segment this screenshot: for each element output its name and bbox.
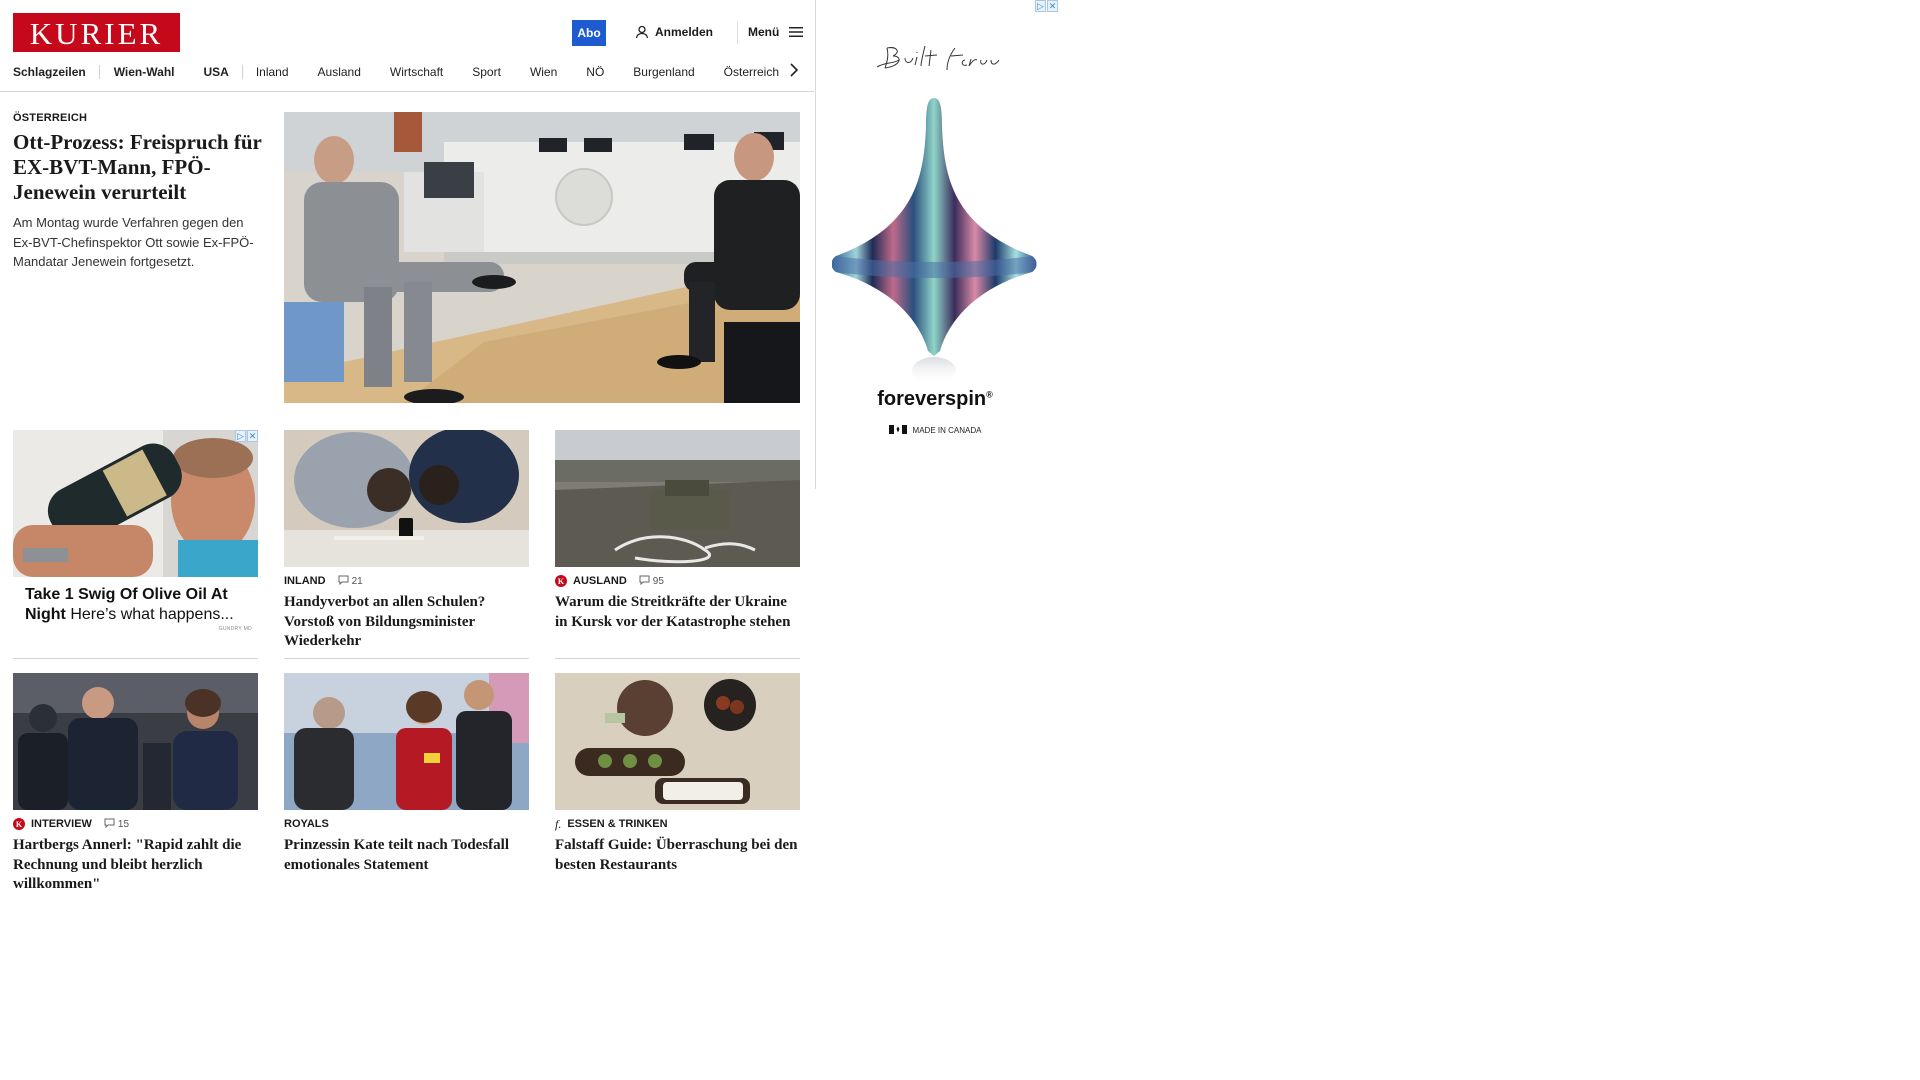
article-kicker[interactable]: INTERVIEW <box>31 818 92 830</box>
article-title[interactable]: Prinzessin Kate teilt nach Todesfall emo… <box>284 836 529 875</box>
kurier-site: KURIER Abo Anmelden Menü Schlagzeilen Wi… <box>0 0 815 1080</box>
comment-count[interactable]: 15 <box>104 818 129 831</box>
article-kicker[interactable]: INLAND <box>284 575 326 587</box>
user-icon <box>635 25 649 39</box>
comment-count-value: 15 <box>117 818 130 830</box>
header-border <box>0 91 814 92</box>
nav-separator <box>98 65 100 79</box>
nav-item-usa[interactable]: USA <box>203 65 228 79</box>
comment-icon <box>104 818 115 831</box>
article-meta: K AUSLAND 95 <box>555 574 800 588</box>
tile-divider <box>13 658 258 659</box>
native-ad-headline-rest: Here’s what happens... <box>70 606 234 623</box>
hero-image[interactable] <box>284 112 800 403</box>
article-meta: INLAND 21 <box>284 574 529 588</box>
article-title[interactable]: Handyverbot an allen Schulen? Vorstoß vo… <box>284 593 529 652</box>
ad-script-tagline <box>875 40 1001 79</box>
nav-next-button[interactable] <box>786 62 802 82</box>
hero-article[interactable]: ÖSTERREICH Ott-Prozess: Freispruch für E… <box>13 112 263 272</box>
article-kicker[interactable]: AUSLAND <box>573 575 627 587</box>
spinning-top-image[interactable] <box>831 96 1037 386</box>
article-meta: f. ESSEN & TRINKEN <box>555 817 800 831</box>
adchoices-icon[interactable]: ▷ <box>1035 0 1046 12</box>
hero-lead: Am Montag wurde Verfahren gegen den Ex-B… <box>13 215 254 269</box>
abo-button[interactable]: Abo <box>572 20 606 46</box>
nav-item-inland[interactable]: Inland <box>256 65 289 79</box>
article-tile-interview[interactable]: K INTERVIEW 15 Hartbergs Annerl: "Rapid … <box>13 673 258 895</box>
kurier-logo[interactable]: KURIER <box>13 13 180 52</box>
hero-kicker[interactable]: ÖSTERREICH <box>13 112 263 124</box>
hero-title[interactable]: Ott-Prozess: Freispruch für EX-BVT-Mann,… <box>13 130 263 205</box>
article-tile-inland[interactable]: INLAND 21 Handyverbot an allen Schulen? … <box>284 430 529 652</box>
ad-brand[interactable]: foreverspin® <box>819 388 1051 411</box>
tile-divider <box>284 658 529 659</box>
ad-choices[interactable]: ▷ ✕ <box>235 430 258 442</box>
article-meta: ROYALS <box>284 817 529 831</box>
login-label: Anmelden <box>655 25 714 39</box>
nav-item-wien[interactable]: Wien <box>530 65 557 79</box>
nav-item-wien-wahl[interactable]: Wien-Wahl <box>114 65 175 79</box>
header-divider <box>737 22 738 44</box>
article-kicker[interactable]: ESSEN & TRINKEN <box>567 818 667 830</box>
menu-button[interactable]: Menü <box>748 25 804 39</box>
ad-brand-name: foreverspin <box>877 388 987 410</box>
ad-made-in: MADE IN CANADA <box>819 425 1051 436</box>
nav-item-oesterreich[interactable]: Österreich <box>724 65 779 79</box>
comment-count-value: 21 <box>351 575 363 587</box>
nav-item-wirtschaft[interactable]: Wirtschaft <box>390 65 443 79</box>
article-image[interactable] <box>555 673 800 810</box>
article-tile-ausland[interactable]: K AUSLAND 95 Warum die Streitkräfte der … <box>555 430 800 632</box>
article-image[interactable] <box>284 673 529 810</box>
nav-item-noe[interactable]: NÖ <box>586 65 604 79</box>
kurier-plus-icon: K <box>13 818 25 830</box>
native-ad-image[interactable] <box>13 430 258 577</box>
article-tile-royals[interactable]: ROYALS Prinzessin Kate teilt nach Todesf… <box>284 673 529 875</box>
article-title[interactable]: Warum die Streitkräfte der Ukraine in Ku… <box>555 593 800 632</box>
nav-item-sport[interactable]: Sport <box>472 65 501 79</box>
nav-item-burgenland[interactable]: Burgenland <box>633 65 694 79</box>
article-title[interactable]: Hartbergs Annerl: "Rapid zahlt die Rechn… <box>13 836 258 895</box>
canada-flag-icon <box>888 425 907 436</box>
tile-divider <box>555 658 800 659</box>
close-icon[interactable]: ✕ <box>247 430 258 442</box>
login-button[interactable]: Anmelden <box>635 25 713 39</box>
comment-count[interactable]: 21 <box>338 575 363 588</box>
menu-label: Menü <box>748 25 780 39</box>
adchoices-icon[interactable]: ▷ <box>235 430 246 442</box>
article-meta: K INTERVIEW 15 <box>13 817 258 831</box>
nav-item-ausland[interactable]: Ausland <box>318 65 361 79</box>
ad-choices[interactable]: ▷ ✕ <box>1035 0 1058 12</box>
article-image[interactable] <box>555 430 800 567</box>
nav-separator <box>241 65 243 79</box>
comment-icon <box>639 575 650 588</box>
chevron-right-icon <box>790 62 799 82</box>
section-nav: Schlagzeilen Wien-Wahl USA Inland Auslan… <box>13 62 793 82</box>
kurier-plus-icon: K <box>555 575 567 587</box>
comment-count[interactable]: 95 <box>639 575 664 588</box>
article-image[interactable] <box>13 673 258 810</box>
native-ad-tile[interactable]: ▷ ✕ Take 1 Swig Of Olive Oil At Night He… <box>13 430 258 633</box>
article-tile-essen-trinken[interactable]: f. ESSEN & TRINKEN Falstaff Guide: Überr… <box>555 673 800 875</box>
nav-item-schlagzeilen[interactable]: Schlagzeilen <box>13 65 86 79</box>
made-in-label: MADE IN CANADA <box>912 426 982 435</box>
hamburger-icon <box>789 26 804 38</box>
registered-mark: ® <box>986 389 993 400</box>
article-title[interactable]: Falstaff Guide: Überraschung bei den bes… <box>555 836 800 875</box>
comment-icon <box>338 575 349 588</box>
falstaff-icon: f. <box>555 816 562 831</box>
close-icon[interactable]: ✕ <box>1047 0 1058 12</box>
native-ad-headline[interactable]: Take 1 Swig Of Olive Oil At Night Here’s… <box>25 585 255 625</box>
native-ad-sponsor: GUNDRY MD <box>218 626 252 632</box>
comment-count-value: 95 <box>652 575 664 587</box>
article-kicker[interactable]: ROYALS <box>284 818 329 830</box>
article-image[interactable] <box>284 430 529 567</box>
ad-divider <box>815 0 816 489</box>
